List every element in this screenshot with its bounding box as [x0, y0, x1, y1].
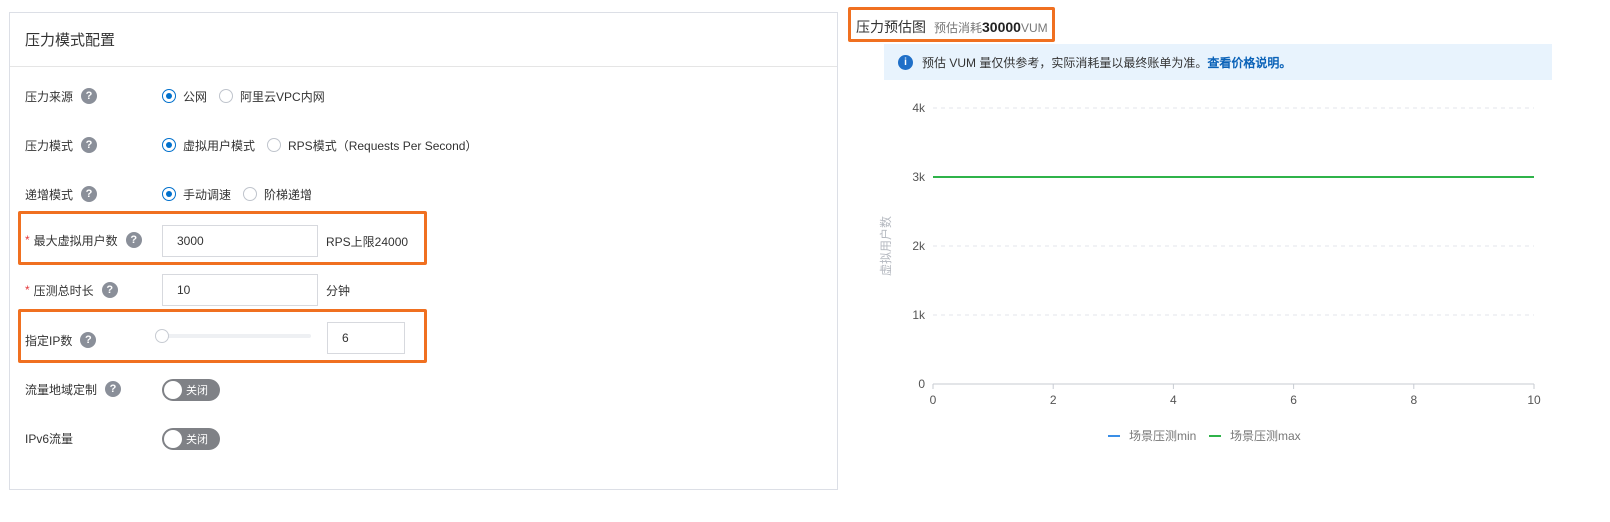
ipv6-switch[interactable]: 关闭: [162, 428, 220, 450]
x-tick-label: 4: [1170, 393, 1177, 407]
y-tick-label: 2k: [912, 239, 926, 253]
radio-public-network[interactable]: 公网: [162, 88, 207, 105]
radio-dot-icon: [162, 187, 176, 201]
vum-estimate: 预估消耗30000VUM: [934, 19, 1048, 35]
duration-label: * 压测总时长 ?: [25, 282, 118, 299]
y-tick-label: 3k: [912, 170, 926, 184]
help-icon[interactable]: ?: [81, 186, 98, 202]
price-info-link[interactable]: 查看价格说明。: [1207, 54, 1291, 71]
radio-manual-speed[interactable]: 手动调速: [162, 186, 231, 203]
x-tick-label: 8: [1410, 393, 1417, 407]
duration-unit: 分钟: [326, 284, 351, 298]
switch-knob: [164, 430, 182, 448]
radio-rps-mode[interactable]: RPS模式（Requests Per Second）: [267, 137, 477, 154]
y-tick-label: 0: [918, 377, 925, 391]
pressure-source-label: 压力来源 ?: [25, 88, 98, 105]
ipv6-row: IPv6流量: [10, 423, 837, 453]
duration-input[interactable]: 10: [162, 274, 318, 306]
help-icon[interactable]: ?: [105, 381, 122, 397]
card-title: 压力模式配置: [10, 13, 837, 67]
x-tick-label: 0: [930, 393, 937, 407]
radio-dot-icon: [162, 138, 176, 152]
increment-mode-radio-group: 手动调速 阶梯递增: [162, 186, 324, 203]
vum-notice-banner: i 预估 VUM 量仅供参考，实际消耗量以最终账单为准。 查看价格说明。: [884, 44, 1552, 80]
radio-virtual-user-mode[interactable]: 虚拟用户模式: [162, 137, 255, 154]
radio-step-increment[interactable]: 阶梯递增: [243, 186, 312, 203]
region-custom-switch[interactable]: 关闭: [162, 379, 220, 401]
switch-knob: [164, 381, 182, 399]
radio-dot-icon: [162, 89, 176, 103]
info-icon: i: [898, 54, 913, 70]
pressure-source-row: 压力来源 ? 公网 阿里云VPC内网: [10, 81, 837, 111]
radio-dot-icon: [219, 89, 234, 103]
help-icon[interactable]: ?: [101, 282, 118, 298]
radio-dot-icon: [243, 187, 258, 201]
x-tick-label: 6: [1290, 393, 1297, 407]
help-icon[interactable]: ?: [81, 137, 98, 153]
radio-dot-icon: [267, 138, 282, 152]
y-axis-label: 虚拟用户数: [878, 216, 893, 276]
increment-mode-label: 递增模式 ?: [25, 186, 98, 203]
duration-row: * 压测总时长 ?: [10, 275, 837, 305]
region-custom-label: 流量地域定制 ?: [25, 381, 122, 398]
highlight-box-ip-count: [18, 309, 427, 363]
chart-panel-header: 压力预估图 预估消耗30000VUM: [856, 17, 1048, 37]
ipv6-label: IPv6流量: [25, 431, 74, 446]
legend-label: 场景压测min: [1129, 429, 1196, 443]
radio-aliyun-vpc[interactable]: 阿里云VPC内网: [219, 88, 325, 105]
pressure-mode-radio-group: 虚拟用户模式 RPS模式（Requests Per Second）: [162, 137, 489, 154]
pressure-mode-row: 压力模式 ? 虚拟用户模式 RPS模式（Requests Per Second）: [10, 130, 837, 160]
region-custom-row: 流量地域定制 ?: [10, 374, 837, 404]
x-tick-label: 10: [1527, 393, 1541, 407]
chart-panel-title: 压力预估图: [856, 19, 926, 35]
legend-label: 场景压测max: [1230, 429, 1301, 443]
pressure-source-radio-group: 公网 阿里云VPC内网: [162, 88, 337, 105]
y-tick-label: 4k: [912, 101, 926, 115]
pressure-mode-label: 压力模式 ?: [25, 137, 98, 154]
notice-text: 预估 VUM 量仅供参考，实际消耗量以最终账单为准。: [922, 55, 1208, 70]
y-tick-label: 1k: [912, 308, 926, 322]
highlight-box-max-users: [18, 211, 427, 265]
help-icon[interactable]: ?: [81, 88, 98, 104]
increment-mode-row: 递增模式 ? 手动调速 阶梯递增: [10, 179, 837, 209]
x-tick-label: 2: [1050, 393, 1057, 407]
